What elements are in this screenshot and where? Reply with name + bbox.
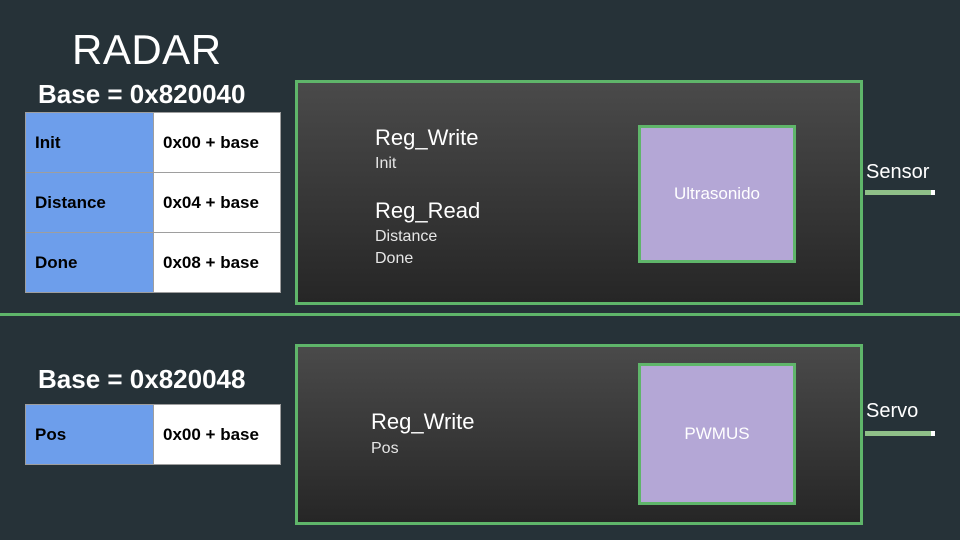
servo-port-line (865, 431, 935, 436)
reg-write-item: Init (375, 155, 397, 172)
radar-base-address: Base = 0x820040 (38, 79, 246, 109)
table-row: Pos 0x00 + base (25, 404, 281, 465)
register-name: Pos (25, 404, 154, 465)
servo-register-table: Pos 0x00 + base (25, 404, 281, 465)
table-row: Done 0x08 + base (25, 232, 281, 293)
radar-register-table: Init 0x00 + base Distance 0x04 + base Do… (25, 112, 281, 293)
register-name: Done (25, 232, 154, 293)
servo-base-address: Base = 0x820048 (38, 364, 246, 394)
reg-read-item: Distance (375, 228, 438, 245)
sensor-port-line (865, 190, 935, 195)
pwmus-ip-block: PWMUS (638, 363, 796, 505)
register-offset: 0x00 + base (153, 404, 281, 465)
table-row: Distance 0x04 + base (25, 172, 281, 233)
register-name: Distance (25, 172, 154, 233)
register-offset: 0x04 + base (153, 172, 281, 233)
register-name: Init (25, 112, 154, 173)
ultrasonido-ip-block: Ultrasonido (638, 125, 796, 263)
servo-port-label: Servo (866, 400, 919, 422)
section-divider (0, 313, 960, 316)
register-offset: 0x08 + base (153, 232, 281, 293)
register-offset: 0x00 + base (153, 112, 281, 173)
reg-write-heading: Reg_Write (371, 409, 475, 434)
page-title: RADAR (72, 26, 222, 73)
reg-write-item: Pos (371, 440, 399, 457)
reg-write-heading: Reg_Write (375, 125, 479, 150)
reg-read-item: Done (375, 250, 414, 267)
sensor-port-label: Sensor (866, 161, 930, 183)
table-row: Init 0x00 + base (25, 112, 281, 173)
ip-label: PWMUS (684, 424, 750, 443)
reg-read-heading: Reg_Read (375, 198, 481, 223)
ip-label: Ultrasonido (674, 184, 760, 203)
